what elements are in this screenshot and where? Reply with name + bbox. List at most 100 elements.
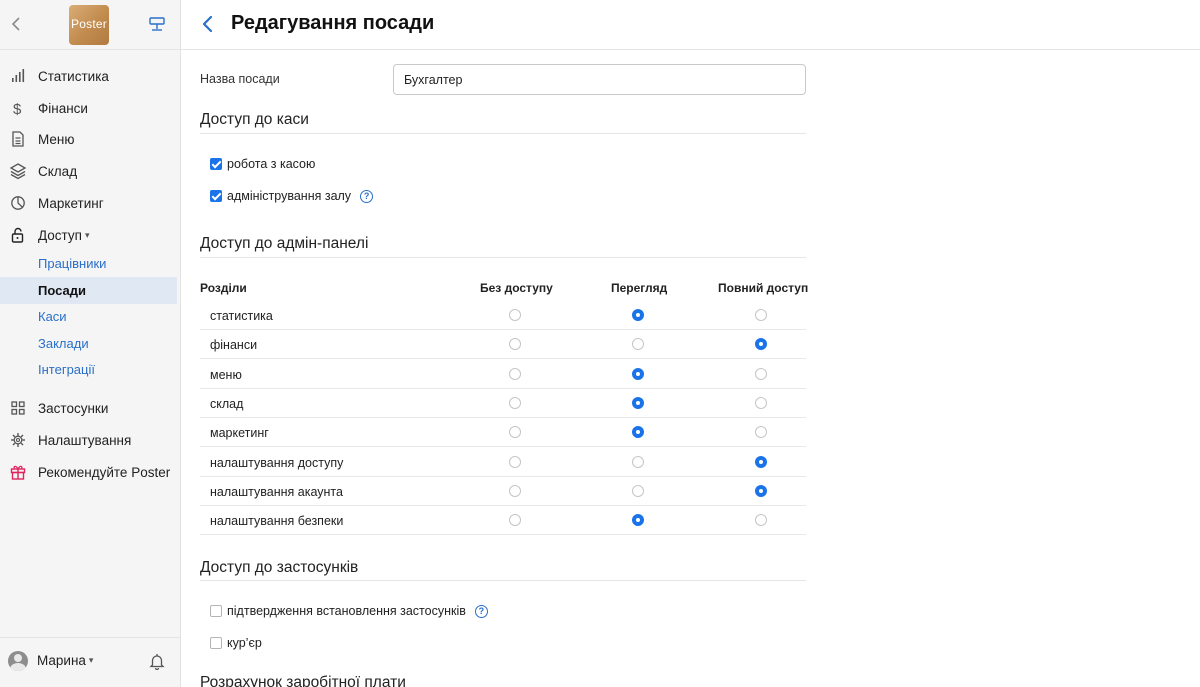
svg-text:$: $ [13,101,22,117]
divider [200,133,806,134]
radio-no-access[interactable] [509,484,521,497]
radio-full-access[interactable] [755,309,767,321]
radio-no-access[interactable] [509,338,521,351]
sidebar-item-label: Склад [38,164,78,179]
layers-icon [9,163,27,180]
checkbox-hall-admin[interactable] [210,190,222,202]
page-title: Редагування посади [231,12,435,34]
page-header: Редагування посади [181,0,1200,50]
radio-full-access[interactable] [755,426,767,439]
radio-full-access[interactable] [755,484,767,497]
sidebar-item-label: Доступ ▾ [38,228,90,243]
checkbox-label: робота з касою [227,157,316,171]
checkbox-courier[interactable] [210,637,222,649]
radio-no-access[interactable] [509,396,521,409]
back-arrow-icon[interactable] [201,15,215,33]
sidebar-item-label: Налаштування [38,433,132,448]
row-section-name: маркетинг [210,426,269,441]
divider [200,580,806,581]
gear-icon [11,433,25,447]
column-header-full-access: Повний доступ [718,281,809,295]
radio-no-access[interactable] [509,455,521,468]
checkbox-app-install-confirm[interactable] [210,605,222,617]
help-icon[interactable]: ? [360,189,374,203]
unlock-icon [11,227,24,243]
admin-access-title: Доступ до адмін-панелі [200,235,369,252]
radio-full-access[interactable] [755,338,767,351]
radio-full-access[interactable] [755,514,767,527]
radio-view[interactable] [632,396,644,409]
sidebar-item-label: Маркетинг [38,196,104,211]
sidebar-subitem-integrations[interactable]: Інтеграції [0,356,177,383]
sidebar-item-settings[interactable]: Налаштування [0,426,180,454]
checkbox-label: підтвердження встановлення застосунків [227,604,466,618]
row-section-name: налаштування акаунта [210,484,343,499]
row-section-name: склад [210,396,244,411]
table-row: меню [200,360,806,389]
sidebar-subitem-label: Інтеграції [38,362,95,377]
sidebar-header: Poster [0,0,180,50]
sidebar-subitem-label: Каси [38,309,67,324]
divider [200,257,806,258]
sidebar-subitem-positions[interactable]: Посади [0,277,177,304]
poster-logo[interactable]: Poster [69,5,109,45]
table-row: фінанси [200,330,806,360]
sidebar-item-apps[interactable]: Застосунки [0,394,180,422]
table-row: маркетинг [200,418,806,448]
column-header-no-access: Без доступу [480,281,553,295]
table-row: статистика [200,301,806,330]
user-menu[interactable]: Марина ▾ [37,653,93,668]
row-section-name: фінанси [210,338,258,353]
radio-view[interactable] [632,484,644,497]
caret-down-icon: ▾ [88,655,94,665]
gift-icon [10,465,26,480]
bar-chart-icon [12,69,25,82]
table-row: налаштування доступу [200,448,806,477]
sidebar-item-recommend[interactable]: Рекомендуйте Poster [0,458,180,486]
sidebar-item-statistics[interactable]: Статистика [0,62,180,90]
document-icon [12,131,24,147]
bell-icon[interactable] [148,652,166,670]
radio-view[interactable] [632,455,644,468]
pos-terminal-icon[interactable] [148,15,166,33]
sidebar-item-label: Фінанси [38,101,88,116]
radio-no-access[interactable] [509,367,521,380]
help-icon[interactable]: ? [474,604,488,618]
chevron-left-icon[interactable] [9,15,25,33]
column-header-view: Перегляд [611,281,668,295]
table-row: налаштування безпеки [200,506,806,536]
radio-view[interactable] [632,514,644,527]
checkbox-cash-work[interactable] [210,158,222,170]
avatar[interactable] [8,651,28,671]
radio-full-access[interactable] [755,367,767,380]
position-name-input[interactable] [393,64,806,95]
radio-no-access[interactable] [509,426,521,439]
table-row: склад [200,389,806,418]
radio-view[interactable] [632,309,644,321]
sidebar-item-menu[interactable]: Меню [0,125,180,153]
sidebar-item-finance[interactable]: $ Фінанси [0,94,180,122]
sidebar-item-warehouse[interactable]: Склад [0,157,180,185]
row-section-name: меню [210,367,242,382]
grid-icon [11,401,25,415]
pie-chart-icon [11,196,25,210]
row-section-name: налаштування безпеки [210,514,344,529]
radio-no-access[interactable] [509,309,521,321]
sidebar-subitem-registers[interactable]: Каси [0,303,177,330]
salary-title: Розрахунок заробітної плати [200,674,406,687]
sidebar-subitem-employees[interactable]: Працівники [0,250,177,277]
radio-full-access[interactable] [755,396,767,409]
radio-no-access[interactable] [509,514,521,527]
sidebar-subitem-venues[interactable]: Заклади [0,330,177,357]
radio-view[interactable] [632,426,644,439]
sidebar-item-access[interactable]: Доступ ▾ [0,221,180,249]
checkbox-label: кур’єр [227,636,262,650]
caret-down-icon: ▾ [84,230,90,240]
table-row: налаштування акаунта [200,477,806,506]
row-section-name: статистика [210,309,273,323]
radio-view[interactable] [632,338,644,351]
checkbox-label: адміністрування залу [227,189,352,203]
radio-full-access[interactable] [755,455,767,468]
radio-view[interactable] [632,367,644,380]
sidebar-item-marketing[interactable]: Маркетинг [0,189,180,217]
